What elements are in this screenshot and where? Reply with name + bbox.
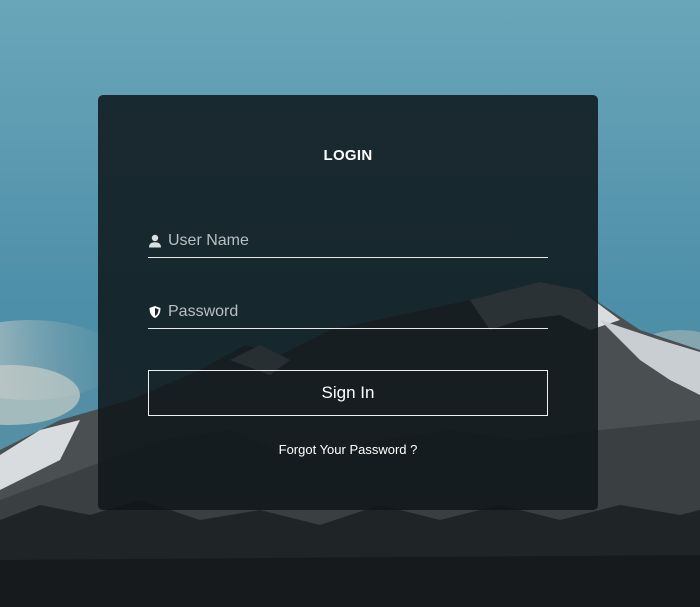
username-field[interactable] — [148, 225, 548, 258]
login-title: LOGIN — [323, 147, 373, 164]
sign-in-button[interactable]: Sign In — [148, 370, 548, 416]
forgot-password-link[interactable]: Forgot Your Password ? — [98, 442, 598, 457]
password-input[interactable] — [168, 298, 548, 326]
shield-icon — [148, 305, 162, 319]
username-input[interactable] — [168, 227, 548, 255]
password-field[interactable] — [148, 296, 548, 329]
login-card: LOGIN Sign In Forgot Your Password ? — [98, 95, 598, 510]
user-icon — [148, 234, 162, 248]
